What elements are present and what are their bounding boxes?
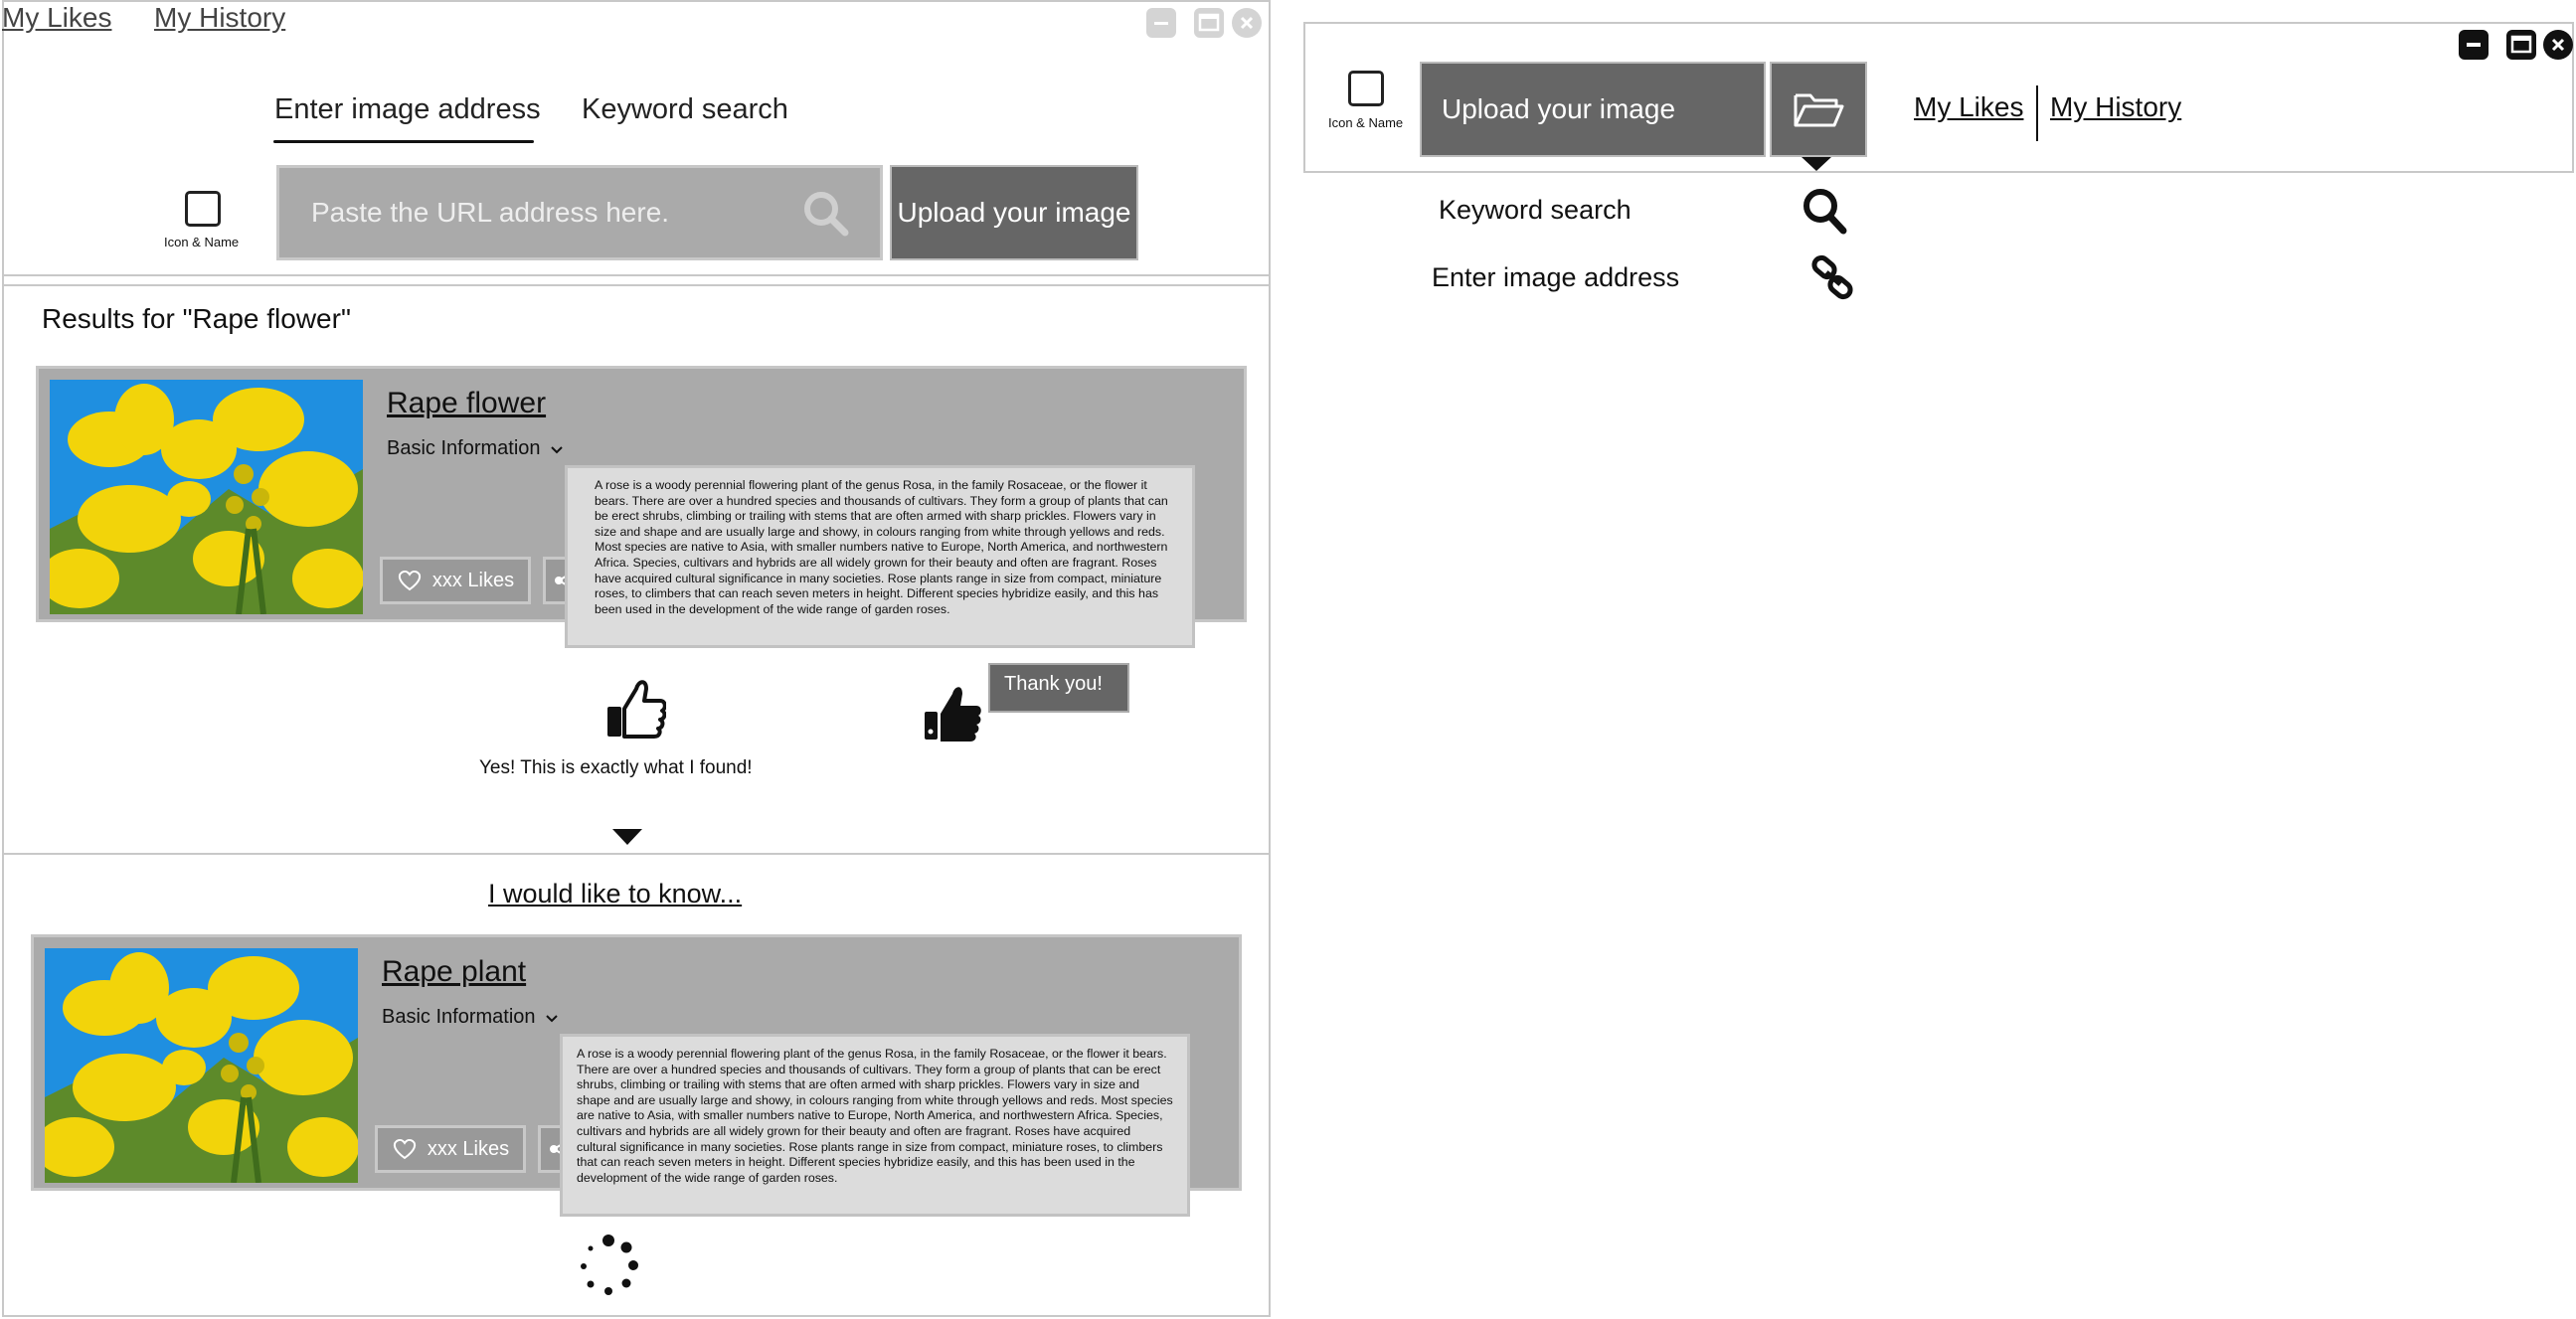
chevron-down-icon xyxy=(550,445,563,453)
nav-my-likes[interactable]: My Likes xyxy=(2,2,111,34)
menu-item-keyword-search[interactable]: Keyword search xyxy=(1439,195,1631,226)
upload-image-button[interactable]: Upload your image xyxy=(890,165,1138,260)
result-image[interactable] xyxy=(45,948,358,1183)
close-icon[interactable] xyxy=(2543,30,2573,60)
thank-you-tooltip: Thank you! xyxy=(988,663,1129,713)
nav-my-likes[interactable]: My Likes xyxy=(1914,91,2023,123)
app-name-label: Icon & Name xyxy=(1328,115,1404,130)
tab-enter-image-address[interactable]: Enter image address xyxy=(274,93,541,126)
result-title-link[interactable]: Rape flower xyxy=(387,387,546,420)
nav-my-history[interactable]: My History xyxy=(154,2,285,34)
heart-icon xyxy=(398,570,421,591)
description-popover: A rose is a woody perennial flowering pl… xyxy=(560,1034,1190,1217)
chevron-down-icon xyxy=(545,1014,558,1022)
minimize-icon[interactable] xyxy=(2459,30,2489,60)
basic-information-label: Basic Information xyxy=(387,437,541,459)
maximize-icon[interactable] xyxy=(1194,8,1224,38)
result-title-link[interactable]: Rape plant xyxy=(382,955,526,989)
likes-count: xxx Likes xyxy=(431,569,515,591)
heart-icon xyxy=(393,1138,416,1160)
nav-separator xyxy=(2036,85,2038,141)
nav-my-history[interactable]: My History xyxy=(2050,91,2181,123)
search-icon[interactable] xyxy=(1802,187,1847,235)
divider xyxy=(2,284,1271,286)
divider xyxy=(2,274,1271,276)
description-popover: A rose is a woody perennial flowering pl… xyxy=(565,465,1195,648)
tab-keyword-search[interactable]: Keyword search xyxy=(582,93,788,126)
results-title: Results for "Rape flower" xyxy=(42,303,351,334)
active-tab-indicator xyxy=(273,140,534,143)
know-more-link[interactable]: I would like to know... xyxy=(488,879,742,909)
menu-item-enter-image-address[interactable]: Enter image address xyxy=(1432,262,1679,293)
app-name-label: Icon & Name xyxy=(164,235,240,249)
caret-down-icon[interactable] xyxy=(612,829,642,847)
like-button[interactable]: xxx Likes xyxy=(380,557,531,604)
upload-image-button[interactable]: Upload your image xyxy=(1420,62,1766,157)
maximize-icon[interactable] xyxy=(2506,30,2536,60)
link-icon[interactable] xyxy=(1809,254,1859,302)
divider xyxy=(2,853,1271,855)
feedback-found-text: Yes! This is exactly what I found! xyxy=(479,757,753,778)
basic-information-label: Basic Information xyxy=(382,1006,536,1028)
caret-down-icon[interactable] xyxy=(1802,157,1831,173)
close-icon[interactable] xyxy=(1232,8,1262,38)
url-input-placeholder: Paste the URL address here. xyxy=(311,197,670,228)
url-input[interactable]: Paste the URL address here. xyxy=(276,165,883,260)
result-image[interactable] xyxy=(50,380,363,614)
folder-icon[interactable] xyxy=(1770,62,1867,157)
minimize-icon[interactable] xyxy=(1146,8,1176,38)
basic-information-dropdown[interactable]: Basic Information xyxy=(387,437,565,460)
app-icon xyxy=(185,191,221,227)
like-button[interactable]: xxx Likes xyxy=(375,1125,526,1173)
likes-count: xxx Likes xyxy=(427,1137,510,1160)
basic-information-dropdown[interactable]: Basic Information xyxy=(382,1006,560,1029)
thumbs-up-outline-icon[interactable] xyxy=(604,673,666,741)
thumbs-up-filled-icon[interactable] xyxy=(923,682,984,743)
search-icon[interactable] xyxy=(801,189,849,237)
app-icon xyxy=(1348,71,1384,106)
spinner-icon xyxy=(577,1235,640,1298)
